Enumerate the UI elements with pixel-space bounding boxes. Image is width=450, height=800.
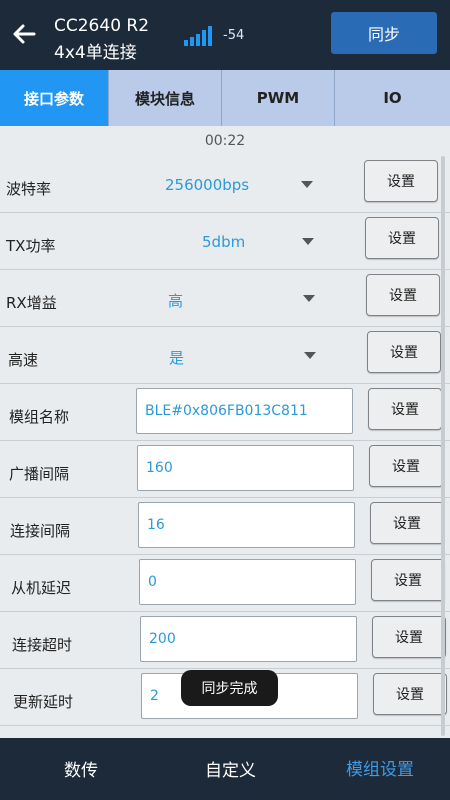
bottom-nav: 数传 自定义 模组设置 bbox=[0, 738, 450, 800]
app-bar: CC2640 R2 4x4单连接 -54 同步 bbox=[0, 0, 450, 70]
module-name-set-button[interactable]: 设置 bbox=[368, 388, 442, 430]
high-speed-row: 高速 是 设置 bbox=[0, 327, 450, 384]
tx-power-row: TX功率 5dbm 设置 bbox=[0, 213, 450, 270]
rx-gain-dropdown[interactable]: 高 bbox=[168, 290, 183, 311]
back-arrow-icon[interactable] bbox=[10, 20, 38, 48]
conn-interval-row: 连接间隔 16 设置 bbox=[0, 498, 450, 555]
tab-bar: 接口参数 模块信息 PWM IO bbox=[0, 70, 450, 126]
adv-interval-label: 广播间隔 bbox=[9, 465, 70, 483]
connection-mode: 4x4单连接 bbox=[54, 43, 137, 63]
tx-power-dropdown[interactable]: 5dbm bbox=[202, 233, 245, 251]
rssi-value: -54 bbox=[223, 28, 245, 43]
tx-power-label: TX功率 bbox=[6, 237, 56, 255]
rx-gain-set-button[interactable]: 设置 bbox=[366, 274, 440, 316]
tx-power-set-button[interactable]: 设置 bbox=[365, 217, 439, 259]
elapsed-timer: 00:22 bbox=[204, 133, 246, 149]
conn-timeout-label: 连接超时 bbox=[12, 636, 73, 654]
dropdown-arrow-icon[interactable] bbox=[301, 181, 313, 188]
toast-message: 同步完成 bbox=[181, 670, 278, 706]
conn-timeout-set-button[interactable]: 设置 bbox=[372, 616, 446, 658]
dropdown-arrow-icon[interactable] bbox=[303, 295, 315, 302]
update-delay-label: 更新延时 bbox=[13, 693, 74, 711]
scrollbar[interactable] bbox=[441, 156, 445, 736]
conn-timeout-row: 连接超时 200 设置 bbox=[0, 612, 450, 669]
conn-timeout-input[interactable]: 200 bbox=[140, 616, 357, 662]
baud-rate-dropdown[interactable]: 256000bps bbox=[165, 176, 249, 194]
adv-interval-input[interactable]: 160 bbox=[137, 445, 354, 491]
adv-interval-row: 广播间隔 160 设置 bbox=[0, 441, 450, 498]
high-speed-label: 高速 bbox=[8, 351, 39, 369]
module-name-row: 模组名称 BLE#0x806FB013C811 设置 bbox=[0, 384, 450, 441]
high-speed-set-button[interactable]: 设置 bbox=[367, 331, 441, 373]
tab-pwm[interactable]: PWM bbox=[221, 70, 334, 126]
slave-latency-set-button[interactable]: 设置 bbox=[371, 559, 445, 601]
tab-io[interactable]: IO bbox=[334, 70, 450, 126]
baud-rate-set-button[interactable]: 设置 bbox=[364, 160, 438, 202]
slave-latency-input[interactable]: 0 bbox=[139, 559, 356, 605]
device-name: CC2640 R2 bbox=[54, 16, 150, 36]
slave-latency-row: 从机延迟 0 设置 bbox=[0, 555, 450, 612]
nav-module-settings[interactable]: 模组设置 bbox=[346, 755, 414, 780]
nav-custom[interactable]: 自定义 bbox=[205, 756, 256, 781]
rx-gain-row: RX增益 高 设置 bbox=[0, 270, 450, 327]
sync-button[interactable]: 同步 bbox=[331, 12, 437, 54]
rx-gain-label: RX增益 bbox=[6, 294, 57, 312]
baud-rate-row: 波特率 256000bps 设置 bbox=[0, 156, 450, 213]
dropdown-arrow-icon[interactable] bbox=[302, 238, 314, 245]
high-speed-dropdown[interactable]: 是 bbox=[169, 347, 184, 368]
tab-module-info[interactable]: 模块信息 bbox=[108, 70, 221, 126]
slave-latency-label: 从机延迟 bbox=[11, 579, 72, 597]
dropdown-arrow-icon[interactable] bbox=[304, 352, 316, 359]
baud-rate-label: 波特率 bbox=[6, 180, 52, 198]
adv-interval-set-button[interactable]: 设置 bbox=[369, 445, 443, 487]
conn-interval-label: 连接间隔 bbox=[10, 522, 71, 540]
conn-interval-set-button[interactable]: 设置 bbox=[370, 502, 444, 544]
tab-interface-params[interactable]: 接口参数 bbox=[0, 70, 108, 126]
conn-interval-input[interactable]: 16 bbox=[138, 502, 355, 548]
signal-strength-icon bbox=[184, 26, 212, 46]
module-name-input[interactable]: BLE#0x806FB013C811 bbox=[136, 388, 353, 434]
nav-data-transfer[interactable]: 数传 bbox=[64, 756, 98, 781]
update-delay-set-button[interactable]: 设置 bbox=[373, 673, 447, 715]
module-name-label: 模组名称 bbox=[9, 408, 70, 426]
